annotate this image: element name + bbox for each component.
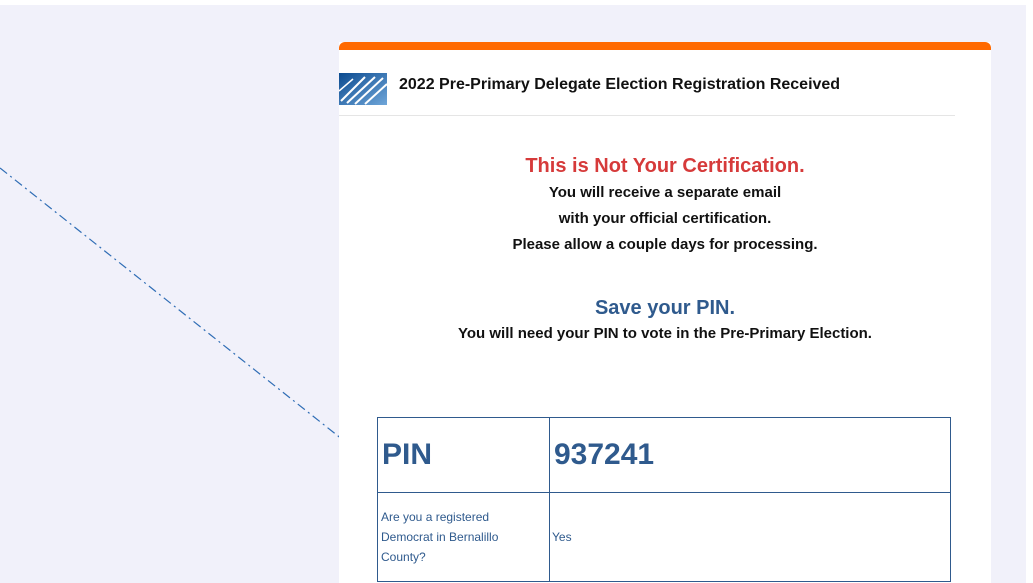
table-cell: PIN bbox=[377, 417, 550, 493]
table-cell: Yes bbox=[549, 492, 951, 582]
pin-value: 937241 bbox=[554, 438, 655, 471]
certification-notice: This is Not Your Certification. You will… bbox=[339, 152, 991, 258]
pin-section-note: You will need your PIN to vote in the Pr… bbox=[458, 325, 872, 342]
registration-question: Are you a registered Democrat in Bernali… bbox=[381, 510, 499, 564]
email-card: 2022 Pre-Primary Delegate Election Regis… bbox=[339, 42, 991, 583]
registration-table: PIN 937241 Are you a registered Democrat… bbox=[377, 417, 951, 582]
registration-answer: Yes bbox=[552, 530, 572, 544]
screenshot-root: { "email": { "header_title": "2022 Pre-P… bbox=[0, 0, 1033, 583]
notice-line: with your official certification. bbox=[558, 210, 772, 227]
table-cell: Are you a registered Democrat in Bernali… bbox=[377, 492, 550, 582]
table-row: PIN 937241 bbox=[377, 417, 951, 493]
notice-title: This is Not Your Certification. bbox=[525, 155, 805, 177]
organization-logo-icon bbox=[339, 73, 387, 105]
pin-label: PIN bbox=[382, 438, 433, 471]
notice-line: You will receive a separate email bbox=[548, 184, 782, 201]
pin-section: Save your PIN. You will need your PIN to… bbox=[339, 294, 991, 346]
accent-bar bbox=[339, 42, 991, 50]
email-header: 2022 Pre-Primary Delegate Election Regis… bbox=[339, 69, 955, 116]
table-row: Are you a registered Democrat in Bernali… bbox=[377, 492, 951, 582]
notice-line: Please allow a couple days for processin… bbox=[512, 236, 818, 253]
table-cell: 937241 bbox=[549, 417, 951, 493]
email-title: 2022 Pre-Primary Delegate Election Regis… bbox=[399, 76, 841, 93]
pin-section-title: Save your PIN. bbox=[594, 297, 736, 319]
